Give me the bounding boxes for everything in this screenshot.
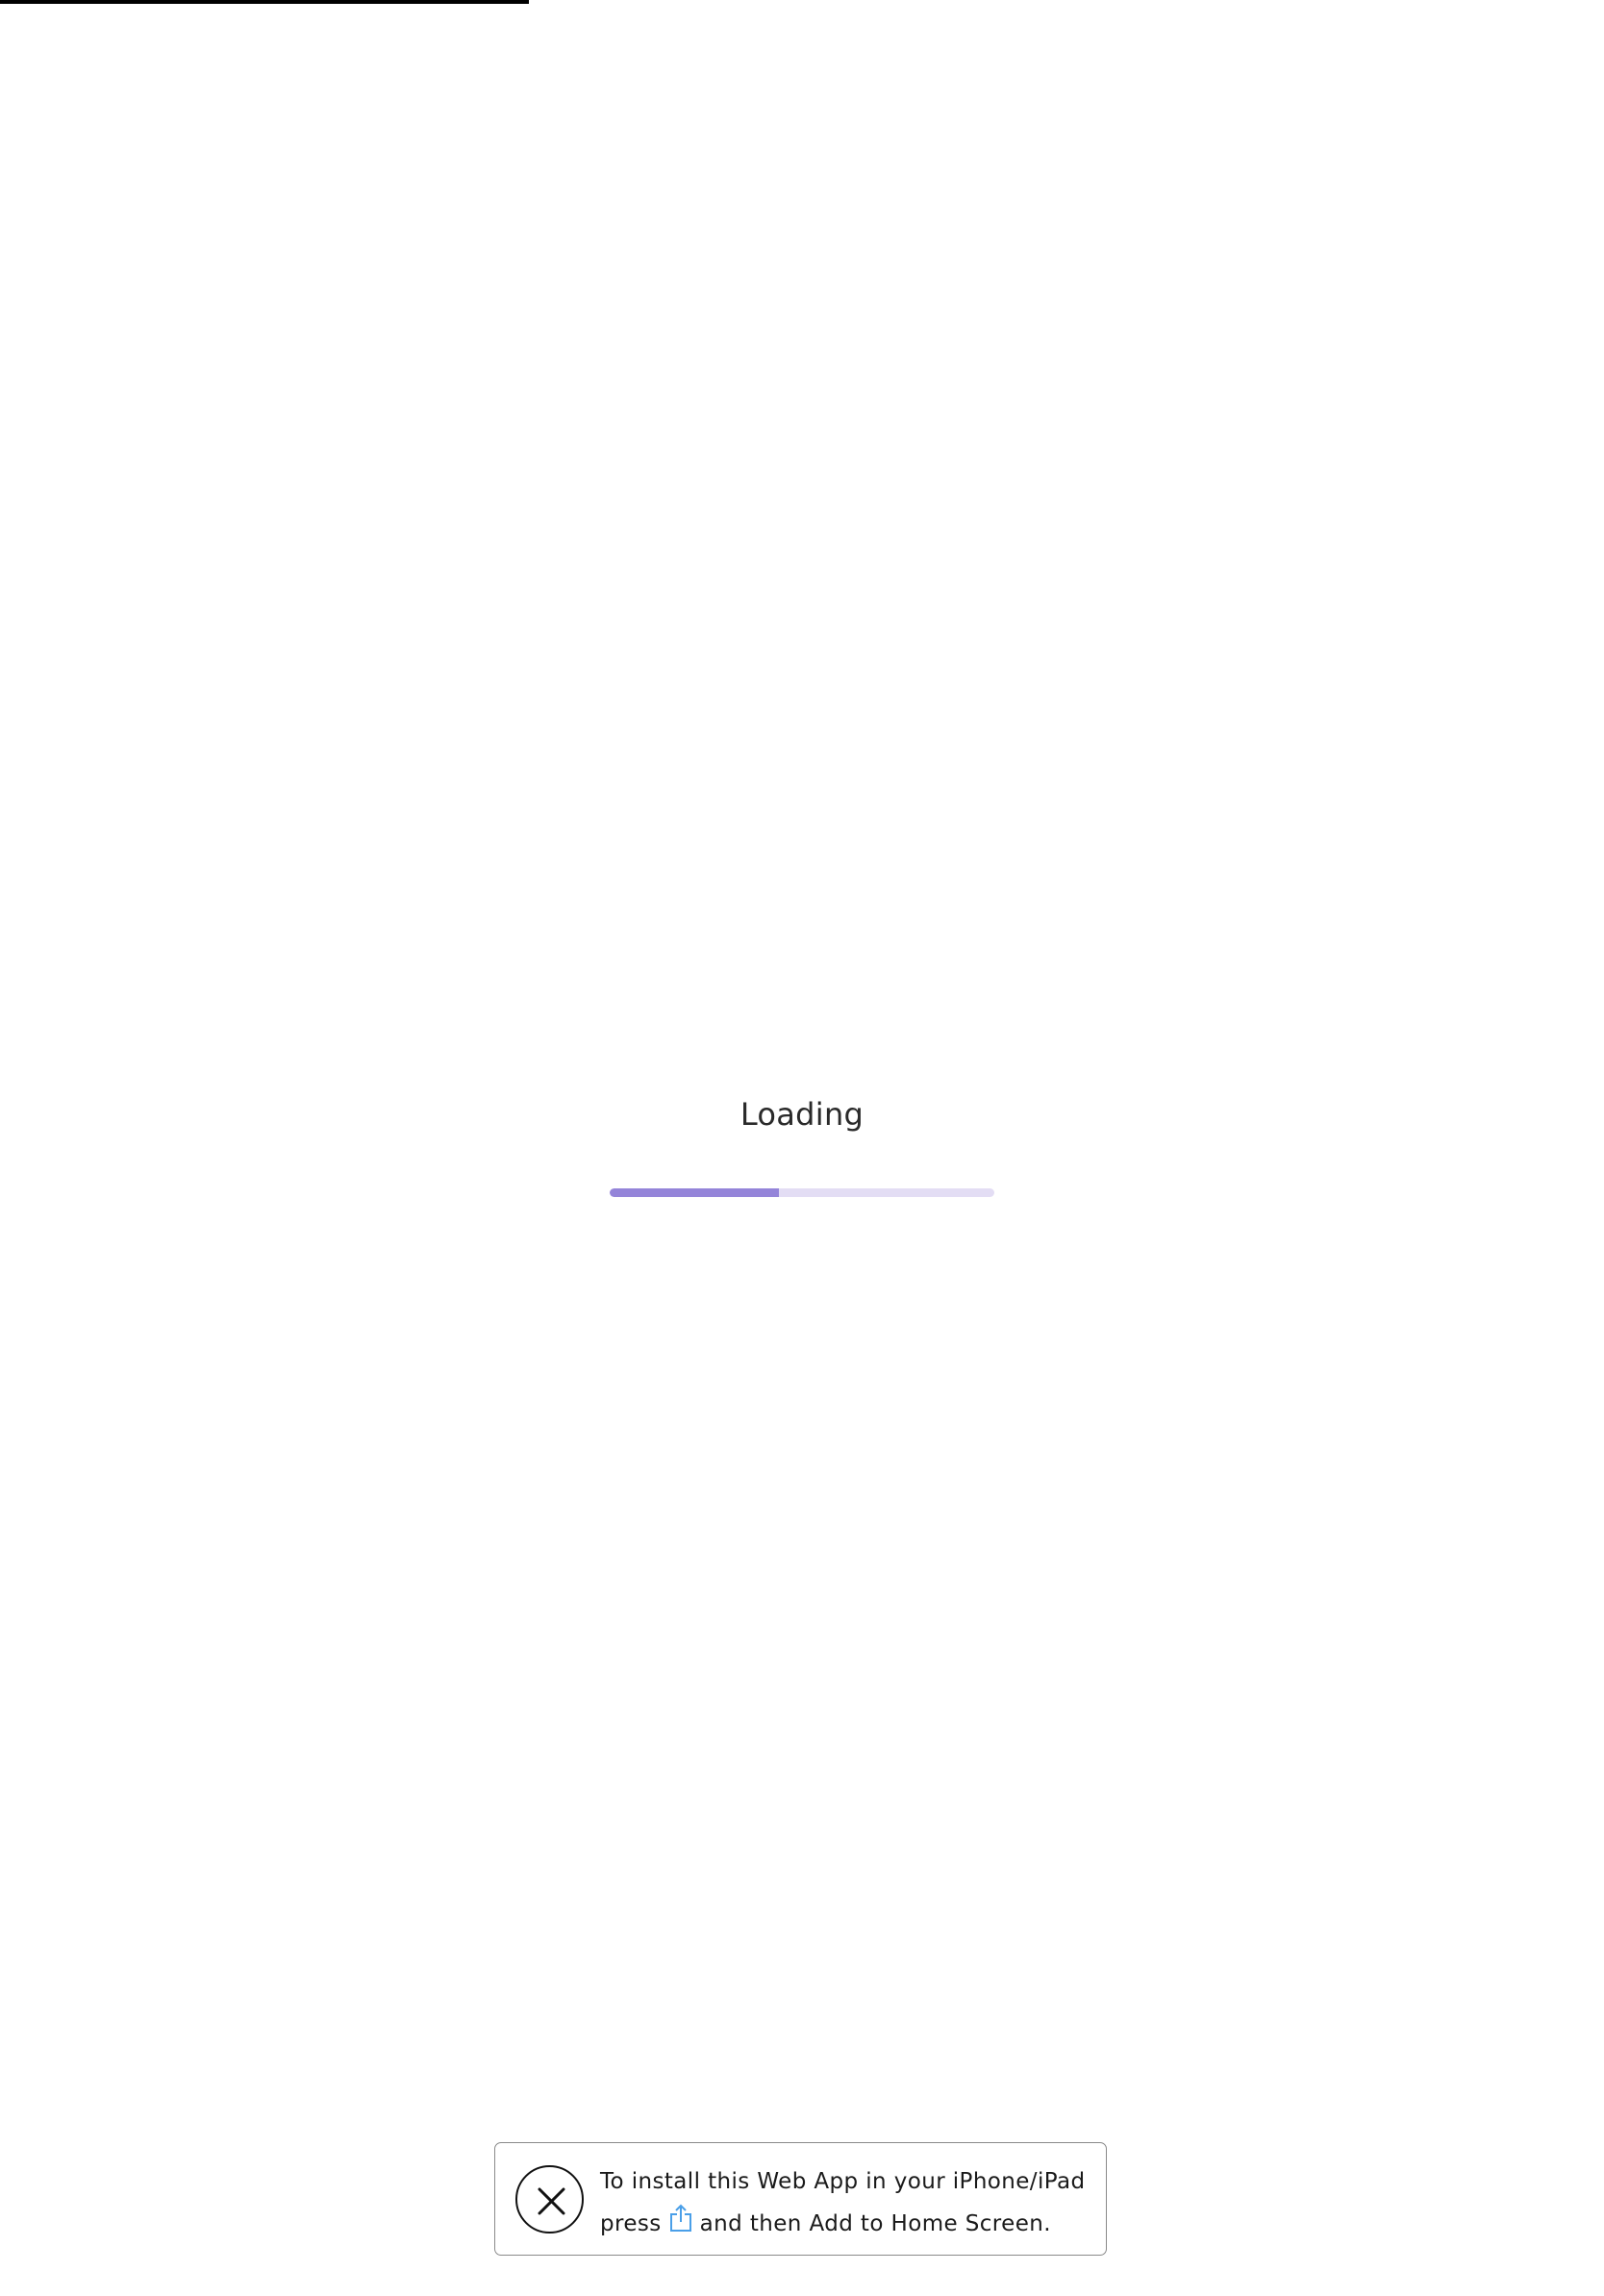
loading-label: Loading bbox=[739, 1096, 865, 1133]
install-web-app-banner: To install this Web App in your iPhone/i… bbox=[494, 2142, 1107, 2256]
press-text: press bbox=[600, 2211, 662, 2236]
add-to-home-text: and then Add to Home Screen. bbox=[699, 2211, 1051, 2236]
loading-progress-bar bbox=[610, 1188, 994, 1197]
install-instructions-line2: press and then Add to Home Screen. bbox=[600, 2203, 1100, 2247]
share-icon bbox=[669, 2204, 692, 2247]
close-icon bbox=[538, 2187, 565, 2215]
install-instructions-line1: To install this Web App in your iPhone/i… bbox=[600, 2169, 1086, 2194]
top-progress-line bbox=[0, 0, 529, 4]
loading-indicator: Loading bbox=[0, 1096, 1604, 1133]
loading-progress-fill bbox=[610, 1188, 779, 1197]
close-button[interactable] bbox=[515, 2165, 584, 2234]
install-instructions: To install this Web App in your iPhone/i… bbox=[600, 2160, 1100, 2247]
